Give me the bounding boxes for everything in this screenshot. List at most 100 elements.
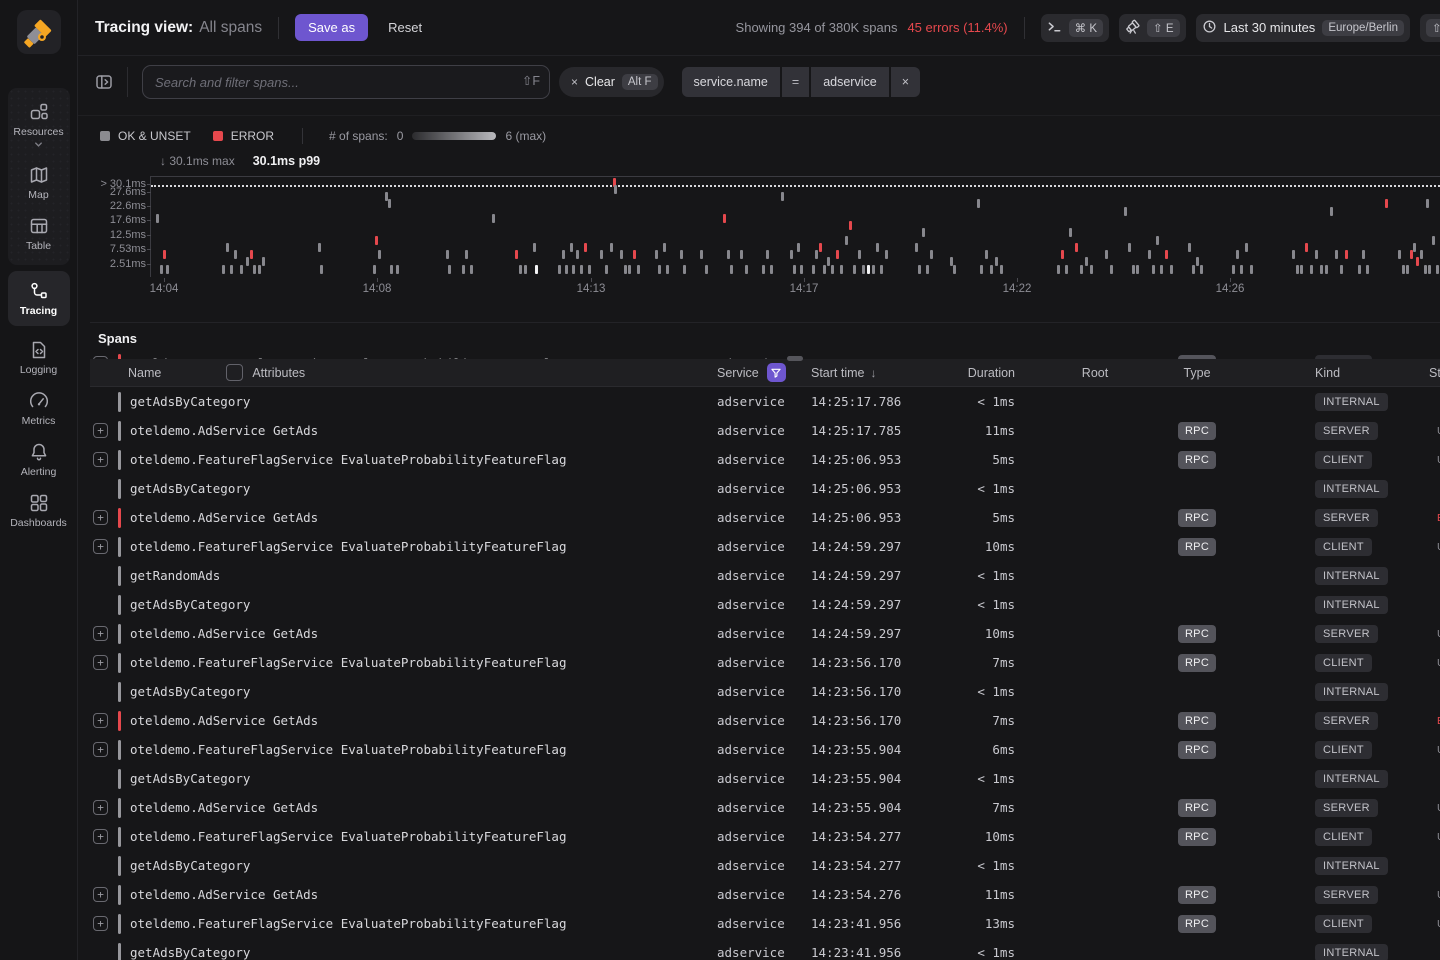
span-point[interactable]	[390, 265, 393, 274]
span-point[interactable]	[588, 265, 591, 274]
table-row[interactable]: +oteldemo.FeatureFlagService EvaluatePro…	[90, 735, 1440, 764]
sidebar-item-dashboards[interactable]: Dashboards	[8, 485, 70, 536]
span-point[interactable]	[1413, 243, 1416, 252]
span-point[interactable]	[867, 265, 870, 274]
span-point[interactable]	[745, 265, 748, 274]
span-point[interactable]	[953, 265, 956, 274]
span-point[interactable]	[680, 250, 683, 259]
span-point[interactable]	[1170, 265, 1173, 274]
span-point[interactable]	[1432, 236, 1435, 245]
span-point[interactable]	[628, 265, 631, 274]
command-palette-button[interactable]: ⌘ K	[1041, 14, 1109, 42]
span-point[interactable]	[1296, 265, 1299, 274]
span-point[interactable]	[658, 265, 661, 274]
span-point[interactable]	[1416, 257, 1419, 266]
span-point[interactable]	[1345, 250, 1348, 259]
span-point[interactable]	[1090, 265, 1093, 274]
span-point[interactable]	[240, 265, 243, 274]
span-point[interactable]	[845, 236, 848, 245]
span-point[interactable]	[584, 243, 587, 252]
span-point[interactable]	[253, 265, 256, 274]
span-point[interactable]	[258, 265, 261, 274]
span-point[interactable]	[1136, 265, 1139, 274]
expand-row-button[interactable]: +	[93, 829, 108, 844]
span-point[interactable]	[580, 265, 583, 274]
span-point[interactable]	[1315, 250, 1318, 259]
span-point[interactable]	[605, 265, 608, 274]
span-point[interactable]	[465, 250, 468, 259]
table-row[interactable]: getAdsByCategoryadservice14:24:59.297< 1…	[90, 590, 1440, 619]
span-point[interactable]	[519, 265, 522, 274]
span-point[interactable]	[515, 250, 518, 259]
expand-row-button[interactable]: +	[93, 800, 108, 815]
span-point[interactable]	[492, 214, 495, 223]
expand-row-button[interactable]: +	[93, 423, 108, 438]
span-point[interactable]	[876, 243, 879, 252]
span-point[interactable]	[166, 265, 169, 274]
sidebar-item-logging[interactable]: Logging	[8, 332, 70, 383]
span-point[interactable]	[250, 250, 253, 259]
filter-chip-operator[interactable]: =	[782, 67, 809, 97]
table-row[interactable]: getAdsByCategoryadservice14:25:06.953< 1…	[90, 474, 1440, 503]
reset-button[interactable]: Reset	[388, 20, 422, 35]
span-point[interactable]	[1420, 250, 1423, 259]
span-point[interactable]	[637, 265, 640, 274]
span-point[interactable]	[1335, 250, 1338, 259]
span-point[interactable]	[163, 250, 166, 259]
span-point[interactable]	[831, 265, 834, 274]
span-point[interactable]	[318, 243, 321, 252]
kind-column-header[interactable]: Kind	[1249, 366, 1381, 380]
span-point[interactable]	[790, 250, 793, 259]
span-point[interactable]	[1232, 265, 1235, 274]
span-point[interactable]	[1325, 265, 1328, 274]
type-column-header[interactable]: Type	[1145, 366, 1249, 380]
table-row[interactable]: getAdsByCategoryadservice14:25:17.786< 1…	[90, 387, 1440, 416]
span-point[interactable]	[858, 250, 861, 259]
expand-row-button[interactable]: +	[93, 452, 108, 467]
span-point[interactable]	[246, 257, 249, 266]
span-point[interactable]	[1292, 250, 1295, 259]
span-point[interactable]	[915, 243, 918, 252]
span-point[interactable]	[1080, 265, 1083, 274]
explore-button[interactable]: ⇧ E	[1119, 14, 1186, 42]
table-row[interactable]: +oteldemo.FeatureFlagService EvaluatePro…	[90, 648, 1440, 677]
span-point[interactable]	[1305, 243, 1308, 252]
duration-scatter-plot[interactable]: > 30.1ms27.6ms22.6ms17.6ms12.5ms7.53ms2.…	[150, 176, 1440, 277]
span-point[interactable]	[448, 265, 451, 274]
span-point[interactable]	[1075, 243, 1078, 252]
span-point[interactable]	[1200, 265, 1203, 274]
span-point[interactable]	[922, 228, 925, 237]
span-point[interactable]	[533, 243, 536, 252]
filter-chip-value[interactable]: adservice	[811, 67, 889, 97]
span-point[interactable]	[378, 250, 381, 259]
span-point[interactable]	[524, 265, 527, 274]
span-point[interactable]	[1057, 265, 1060, 274]
span-point[interactable]	[1406, 265, 1409, 274]
span-point[interactable]	[1250, 265, 1253, 274]
table-row[interactable]: getAdsByCategoryadservice14:23:56.170< 1…	[90, 677, 1440, 706]
span-point[interactable]	[562, 250, 565, 259]
span-point[interactable]	[1398, 250, 1401, 259]
span-point[interactable]	[827, 257, 830, 266]
span-point[interactable]	[872, 265, 875, 274]
span-point[interactable]	[683, 265, 686, 274]
span-point[interactable]	[823, 265, 826, 274]
span-point[interactable]	[980, 265, 983, 274]
span-point[interactable]	[160, 265, 163, 274]
span-point[interactable]	[995, 257, 998, 266]
span-point[interactable]	[1188, 243, 1191, 252]
table-row[interactable]: +oteldemo.FeatureFlagService EvaluatePro…	[90, 532, 1440, 561]
span-point[interactable]	[1160, 265, 1163, 274]
expand-row-button[interactable]: +	[93, 626, 108, 641]
span-point[interactable]	[797, 243, 800, 252]
span-point[interactable]	[462, 265, 465, 274]
table-row[interactable]: getAdsByCategoryadservice14:23:54.277< 1…	[90, 851, 1440, 880]
span-point[interactable]	[1192, 265, 1195, 274]
span-point[interactable]	[1330, 207, 1333, 216]
span-point[interactable]	[700, 250, 703, 259]
span-point[interactable]	[262, 257, 265, 266]
span-point[interactable]	[885, 250, 888, 259]
span-point[interactable]	[1320, 265, 1323, 274]
attributes-checkbox[interactable]	[226, 364, 243, 381]
span-point[interactable]	[1300, 265, 1303, 274]
